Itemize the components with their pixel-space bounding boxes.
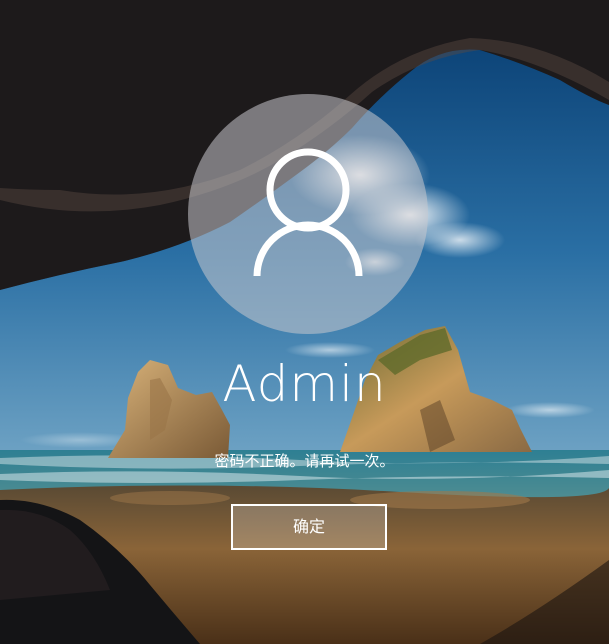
- ok-button[interactable]: 确定: [231, 504, 387, 550]
- user-icon: [253, 148, 363, 277]
- lock-screen: Admin 密码不正确。请再试一次。 确定: [0, 0, 609, 644]
- user-avatar: [188, 94, 428, 334]
- username-label: Admin: [222, 355, 387, 413]
- error-message: 密码不正确。请再试一次。: [214, 452, 395, 470]
